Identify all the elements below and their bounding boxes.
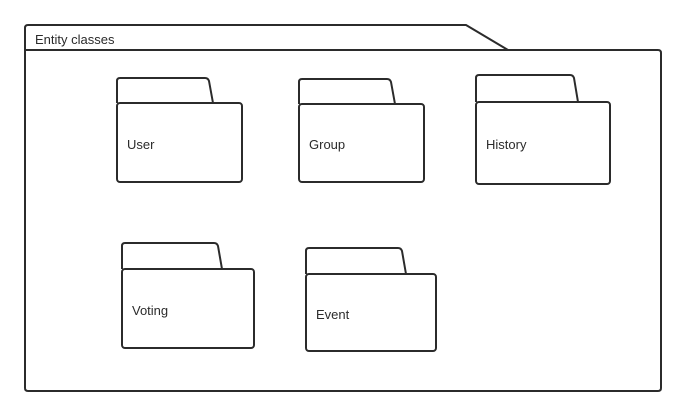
package-diagram: Entity classes User Group History Voting…	[24, 24, 662, 392]
user-package-tab	[116, 77, 214, 104]
entity-classes-label: Entity classes	[35, 32, 115, 47]
group-package-tab	[298, 78, 396, 105]
event-package-tab	[305, 247, 407, 275]
voting-package-label: Voting	[132, 303, 168, 318]
history-package-tab	[475, 74, 579, 103]
user-package-label: User	[127, 137, 155, 152]
history-package-label: History	[486, 137, 527, 152]
group-package-label: Group	[309, 137, 345, 152]
event-package-label: Event	[316, 307, 350, 322]
voting-package-tab	[121, 242, 223, 270]
